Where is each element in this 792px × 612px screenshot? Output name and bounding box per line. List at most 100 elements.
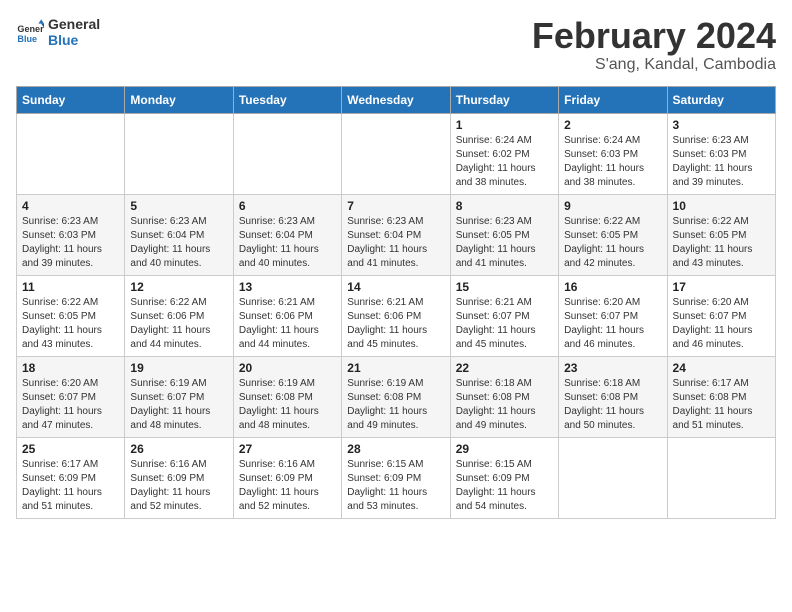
day-number: 9	[564, 199, 661, 213]
calendar-cell: 11 Sunrise: 6:22 AM Sunset: 6:05 PM Dayli…	[17, 275, 125, 356]
calendar-cell: 15 Sunrise: 6:21 AM Sunset: 6:07 PM Dayli…	[450, 275, 558, 356]
header-sunday: Sunday	[17, 86, 125, 113]
header-wednesday: Wednesday	[342, 86, 450, 113]
calendar-cell: 16 Sunrise: 6:20 AM Sunset: 6:07 PM Dayli…	[559, 275, 667, 356]
calendar-cell: 12Sunrise: 6:22 AM Sunset: 6:06 PM Dayli…	[125, 275, 233, 356]
calendar-cell: 2 Sunrise: 6:24 AM Sunset: 6:03 PM Daylig…	[559, 113, 667, 194]
calendar-cell: 20 Sunrise: 6:19 AM Sunset: 6:08 PM Dayli…	[233, 356, 341, 437]
day-number: 24	[673, 361, 770, 375]
day-info: Sunrise: 6:19 AM Sunset: 6:08 PM Dayligh…	[347, 377, 444, 433]
day-info: Sunrise: 6:23 AM Sunset: 6:05 PM Dayligh…	[456, 215, 553, 271]
day-number: 21	[347, 361, 444, 375]
day-number: 16	[564, 280, 661, 294]
calendar-cell	[667, 437, 775, 518]
calendar-cell	[125, 113, 233, 194]
day-number: 26	[130, 442, 227, 456]
day-info: Sunrise: 6:23 AM Sunset: 6:04 PM Dayligh…	[347, 215, 444, 271]
day-number: 29	[456, 442, 553, 456]
calendar-cell: 29Sunrise: 6:15 AM Sunset: 6:09 PM Dayli…	[450, 437, 558, 518]
calendar-cell: 4 Sunrise: 6:23 AM Sunset: 6:03 PM Daylig…	[17, 194, 125, 275]
day-number: 25	[22, 442, 119, 456]
svg-text:Blue: Blue	[17, 34, 37, 44]
day-number: 2	[564, 118, 661, 132]
calendar-cell: 24 Sunrise: 6:17 AM Sunset: 6:08 PM Dayli…	[667, 356, 775, 437]
day-info: Sunrise: 6:16 AM Sunset: 6:09 PM Dayligh…	[130, 458, 227, 514]
day-info: Sunrise: 6:23 AM Sunset: 6:04 PM Dayligh…	[239, 215, 336, 271]
header-tuesday: Tuesday	[233, 86, 341, 113]
day-info: Sunrise: 6:22 AM Sunset: 6:05 PM Dayligh…	[673, 215, 770, 271]
page-title: February 2024	[532, 16, 776, 56]
logo: General Blue General Blue	[16, 16, 100, 48]
day-number: 13	[239, 280, 336, 294]
header-friday: Friday	[559, 86, 667, 113]
calendar-cell: 23Sunrise: 6:18 AM Sunset: 6:08 PM Dayli…	[559, 356, 667, 437]
header-thursday: Thursday	[450, 86, 558, 113]
day-number: 18	[22, 361, 119, 375]
calendar-cell: 26 Sunrise: 6:16 AM Sunset: 6:09 PM Dayli…	[125, 437, 233, 518]
day-number: 17	[673, 280, 770, 294]
calendar-week-4: 18 Sunrise: 6:20 AM Sunset: 6:07 PM Dayli…	[17, 356, 776, 437]
calendar-cell: 9 Sunrise: 6:22 AM Sunset: 6:05 PM Daylig…	[559, 194, 667, 275]
day-info: Sunrise: 6:23 AM Sunset: 6:04 PM Dayligh…	[130, 215, 227, 271]
logo-general: General	[48, 16, 100, 32]
day-info: Sunrise: 6:21 AM Sunset: 6:07 PM Dayligh…	[456, 296, 553, 352]
calendar-cell: 28 Sunrise: 6:15 AM Sunset: 6:09 PM Dayli…	[342, 437, 450, 518]
logo-blue: Blue	[48, 32, 100, 48]
day-number: 4	[22, 199, 119, 213]
calendar-week-5: 25 Sunrise: 6:17 AM Sunset: 6:09 PM Dayli…	[17, 437, 776, 518]
day-number: 8	[456, 199, 553, 213]
day-number: 5	[130, 199, 227, 213]
svg-text:General: General	[17, 24, 44, 34]
day-info: Sunrise: 6:22 AM Sunset: 6:05 PM Dayligh…	[22, 296, 119, 352]
day-number: 28	[347, 442, 444, 456]
title-section: February 2024 S'ang, Kandal, Cambodia	[532, 16, 776, 74]
header-row: SundayMondayTuesdayWednesdayThursdayFrid…	[17, 86, 776, 113]
calendar-week-3: 11 Sunrise: 6:22 AM Sunset: 6:05 PM Dayli…	[17, 275, 776, 356]
day-info: Sunrise: 6:19 AM Sunset: 6:07 PM Dayligh…	[130, 377, 227, 433]
page-header: General Blue General Blue February 2024 …	[16, 16, 776, 74]
calendar-cell	[342, 113, 450, 194]
day-number: 11	[22, 280, 119, 294]
day-number: 3	[673, 118, 770, 132]
day-info: Sunrise: 6:18 AM Sunset: 6:08 PM Dayligh…	[456, 377, 553, 433]
day-info: Sunrise: 6:22 AM Sunset: 6:05 PM Dayligh…	[564, 215, 661, 271]
calendar-week-2: 4 Sunrise: 6:23 AM Sunset: 6:03 PM Daylig…	[17, 194, 776, 275]
day-info: Sunrise: 6:21 AM Sunset: 6:06 PM Dayligh…	[347, 296, 444, 352]
day-info: Sunrise: 6:18 AM Sunset: 6:08 PM Dayligh…	[564, 377, 661, 433]
header-saturday: Saturday	[667, 86, 775, 113]
day-info: Sunrise: 6:15 AM Sunset: 6:09 PM Dayligh…	[347, 458, 444, 514]
calendar-cell: 6Sunrise: 6:23 AM Sunset: 6:04 PM Daylig…	[233, 194, 341, 275]
calendar-table: SundayMondayTuesdayWednesdayThursdayFrid…	[16, 86, 776, 519]
calendar-cell	[17, 113, 125, 194]
day-info: Sunrise: 6:20 AM Sunset: 6:07 PM Dayligh…	[564, 296, 661, 352]
day-info: Sunrise: 6:20 AM Sunset: 6:07 PM Dayligh…	[673, 296, 770, 352]
day-number: 27	[239, 442, 336, 456]
calendar-cell: 27 Sunrise: 6:16 AM Sunset: 6:09 PM Dayli…	[233, 437, 341, 518]
day-info: Sunrise: 6:23 AM Sunset: 6:03 PM Dayligh…	[673, 134, 770, 190]
day-info: Sunrise: 6:24 AM Sunset: 6:02 PM Dayligh…	[456, 134, 553, 190]
day-info: Sunrise: 6:17 AM Sunset: 6:08 PM Dayligh…	[673, 377, 770, 433]
day-number: 20	[239, 361, 336, 375]
day-number: 10	[673, 199, 770, 213]
day-number: 14	[347, 280, 444, 294]
day-info: Sunrise: 6:21 AM Sunset: 6:06 PM Dayligh…	[239, 296, 336, 352]
day-info: Sunrise: 6:16 AM Sunset: 6:09 PM Dayligh…	[239, 458, 336, 514]
day-info: Sunrise: 6:24 AM Sunset: 6:03 PM Dayligh…	[564, 134, 661, 190]
calendar-cell: 14 Sunrise: 6:21 AM Sunset: 6:06 PM Dayli…	[342, 275, 450, 356]
logo-icon: General Blue	[16, 18, 44, 46]
day-info: Sunrise: 6:20 AM Sunset: 6:07 PM Dayligh…	[22, 377, 119, 433]
day-number: 15	[456, 280, 553, 294]
day-info: Sunrise: 6:19 AM Sunset: 6:08 PM Dayligh…	[239, 377, 336, 433]
calendar-cell: 13 Sunrise: 6:21 AM Sunset: 6:06 PM Dayli…	[233, 275, 341, 356]
calendar-cell: 19Sunrise: 6:19 AM Sunset: 6:07 PM Dayli…	[125, 356, 233, 437]
calendar-week-1: 1Sunrise: 6:24 AM Sunset: 6:02 PM Daylig…	[17, 113, 776, 194]
calendar-cell: 1Sunrise: 6:24 AM Sunset: 6:02 PM Daylig…	[450, 113, 558, 194]
calendar-cell: 3 Sunrise: 6:23 AM Sunset: 6:03 PM Daylig…	[667, 113, 775, 194]
day-number: 7	[347, 199, 444, 213]
day-info: Sunrise: 6:17 AM Sunset: 6:09 PM Dayligh…	[22, 458, 119, 514]
calendar-cell: 5 Sunrise: 6:23 AM Sunset: 6:04 PM Daylig…	[125, 194, 233, 275]
header-monday: Monday	[125, 86, 233, 113]
calendar-cell: 22Sunrise: 6:18 AM Sunset: 6:08 PM Dayli…	[450, 356, 558, 437]
day-info: Sunrise: 6:23 AM Sunset: 6:03 PM Dayligh…	[22, 215, 119, 271]
calendar-body: 1Sunrise: 6:24 AM Sunset: 6:02 PM Daylig…	[17, 113, 776, 518]
